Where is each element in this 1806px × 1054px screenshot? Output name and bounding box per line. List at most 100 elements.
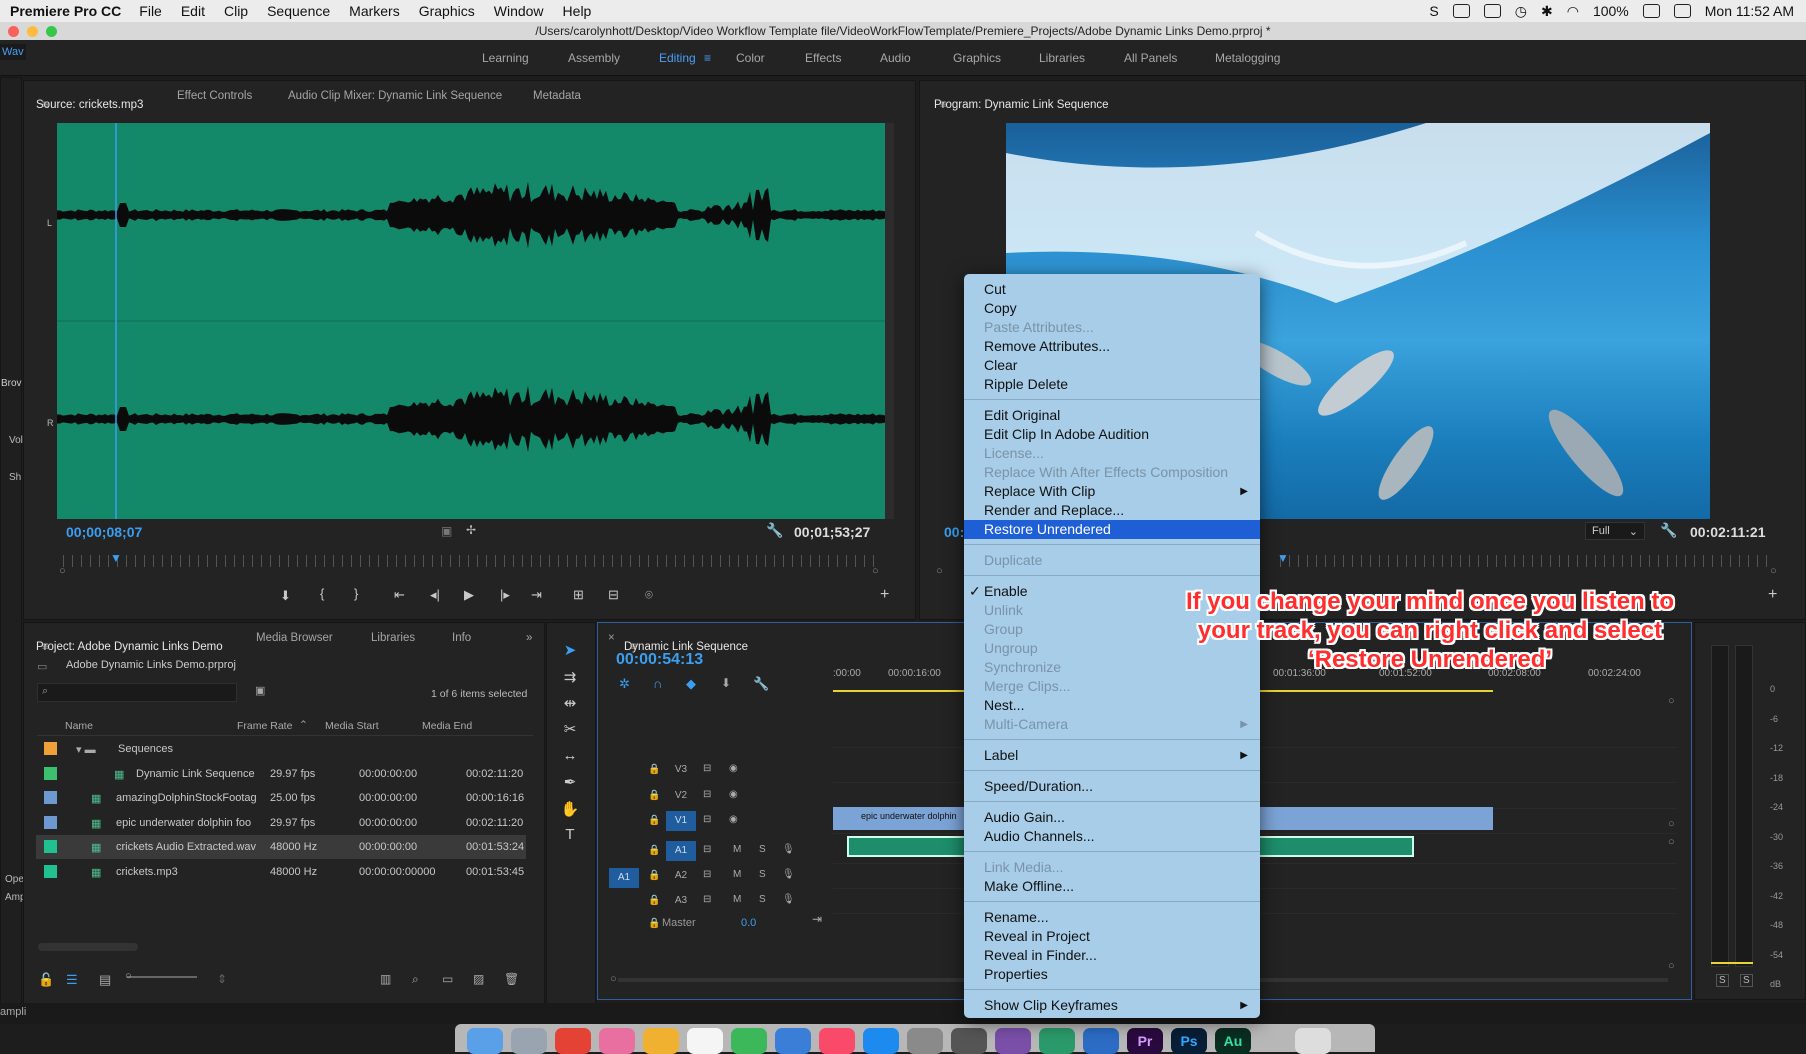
master-go-to-end-icon[interactable]: ⇥ (812, 912, 822, 926)
label-color-swatch[interactable] (44, 840, 57, 853)
source-time-ruler[interactable] (63, 555, 878, 567)
workspace-editing[interactable]: Editing (659, 40, 696, 76)
sync-lock-icon[interactable]: ⊟ (703, 789, 711, 800)
drop-frame-icon[interactable]: ▣ (441, 524, 452, 538)
system-preferences-icon[interactable] (907, 1028, 943, 1054)
menu-item-ripple-delete[interactable]: Ripple Delete (964, 375, 1260, 394)
fit-select[interactable]: Full ⌄ (1585, 522, 1645, 540)
menu-item-replace-with-clip[interactable]: Replace With Clip ▶ (964, 482, 1260, 501)
workspace-libraries[interactable]: Libraries (1039, 40, 1085, 76)
program-in-handle[interactable]: ○ (936, 565, 943, 577)
insert-icon[interactable]: ⊞ (573, 587, 584, 603)
app-store-icon[interactable] (863, 1028, 899, 1054)
vscroll-audio-bottom-icon[interactable]: ○ (1668, 960, 1675, 972)
label-color-swatch[interactable] (44, 766, 57, 780)
left-strip-wav[interactable]: Wav (0, 44, 26, 60)
tab-info[interactable]: Info (452, 632, 471, 644)
toggle-track-output-icon[interactable]: ◉ (729, 763, 738, 774)
add-marker-timeline-icon[interactable]: ◆ (686, 676, 696, 692)
photos-icon[interactable] (599, 1028, 635, 1054)
vscroll-video-top-icon[interactable]: ○ (1668, 695, 1675, 707)
workspace-learning[interactable]: Learning (482, 40, 529, 76)
menu-item-edit-original[interactable]: Edit Original (964, 406, 1260, 425)
marker-icon[interactable]: ⬇ (721, 676, 731, 690)
new-bin-from-search-icon[interactable]: ▣ (255, 684, 265, 697)
stack-app-icon[interactable] (1083, 1028, 1119, 1054)
workspace-all-panels[interactable]: All Panels (1124, 40, 1177, 76)
new-item-icon[interactable]: ▨ (473, 972, 484, 986)
menu-item-edit-clip-in-adobe-audition[interactable]: Edit Clip In Adobe Audition (964, 425, 1260, 444)
menu-item-show-clip-keyframes[interactable]: Show Clip Keyframes ▶ (964, 996, 1260, 1015)
project-item[interactable]: ▦ Dynamic Link Sequence 29.97 fps 00:00:00:… (36, 762, 526, 786)
timeline-settings-icon[interactable]: 🔧 (753, 676, 769, 692)
solo-button[interactable]: S (759, 869, 766, 880)
zoom-slider[interactable] (127, 976, 197, 978)
mute-button[interactable]: M (733, 844, 741, 855)
track-target-a2[interactable]: A2 (666, 866, 696, 886)
tab-audio-clip-mixer[interactable]: Audio Clip Mixer: Dynamic Link Sequence (288, 90, 502, 102)
menu-item-audio-channels[interactable]: Audio Channels... (964, 827, 1260, 846)
menu-item-speed-duration[interactable]: Speed/Duration... (964, 777, 1260, 796)
battery-icon[interactable] (1642, 4, 1660, 18)
track-lock-icon[interactable]: 🔒 (648, 815, 660, 826)
tab-libraries[interactable]: Libraries (371, 632, 415, 644)
toggle-track-output-icon[interactable]: ◉ (729, 789, 738, 800)
project-item[interactable]: ▦ epic underwater dolphin foo 29.97 fps 00:… (36, 811, 526, 835)
menu-clip[interactable]: Clip (224, 3, 248, 19)
play-icon[interactable]: ▶ (464, 587, 474, 603)
sync-lock-icon[interactable]: ⊟ (703, 894, 711, 905)
tab-media-browser[interactable]: Media Browser (256, 632, 333, 644)
linked-selection-icon[interactable]: ∩ (653, 676, 662, 691)
program-wrench-icon[interactable]: 🔧 (1660, 522, 1677, 539)
sync-lock-icon[interactable]: ⊟ (703, 844, 711, 855)
razor-tool-icon[interactable]: ✂ (560, 720, 580, 740)
audio-waveform-display[interactable] (57, 123, 885, 519)
out-point-handle[interactable]: ○ (872, 565, 879, 577)
menu-item-cut[interactable]: Cut (964, 280, 1260, 299)
automate-to-sequence-icon[interactable]: ▥ (380, 972, 391, 986)
label-color-swatch[interactable] (44, 815, 57, 829)
close-timeline-icon[interactable]: × (608, 632, 615, 644)
panel-overflow-icon[interactable]: » (526, 632, 532, 644)
zoom-window-icon[interactable] (46, 26, 57, 37)
menu-item-nest[interactable]: Nest... (964, 696, 1260, 715)
textedit-icon[interactable] (687, 1028, 723, 1054)
clock[interactable]: Mon 11:52 AM (1705, 3, 1794, 19)
vscroll-video-bottom-icon[interactable]: ○ (1668, 818, 1675, 830)
overwrite-icon[interactable]: ⊟ (608, 587, 619, 603)
menu-item-label[interactable]: Label ▶ (964, 746, 1260, 765)
music-icon[interactable] (819, 1028, 855, 1054)
menu-item-reveal-in-project[interactable]: Reveal in Project (964, 927, 1260, 946)
timeline-timecode[interactable]: 00:00:54:13 (616, 651, 703, 669)
close-window-icon[interactable] (8, 26, 19, 37)
hand-tool-icon[interactable]: ✋ (560, 800, 580, 820)
mark-out-icon[interactable]: } (354, 586, 358, 601)
track-lock-icon[interactable]: 🔒 (648, 790, 660, 801)
menu-graphics[interactable]: Graphics (419, 3, 475, 19)
selection-tool-icon[interactable]: ➤ (560, 641, 580, 661)
ripple-edit-tool-icon[interactable]: ⇹ (560, 694, 580, 714)
sort-ascending-icon[interactable]: ⌃ (299, 719, 308, 731)
vscroll-audio-top-icon[interactable]: ○ (1668, 836, 1675, 848)
col-name[interactable]: Name (65, 720, 93, 732)
menu-item-restore-unrendered[interactable]: Restore Unrendered (964, 520, 1260, 539)
project-item[interactable]: ▾ ▬ Sequences (36, 737, 526, 761)
program-out-handle[interactable]: ○ (1770, 565, 1777, 577)
voice-over-record-icon[interactable]: 🎙 (782, 844, 795, 855)
solo-button[interactable]: S (759, 844, 766, 855)
premiere-icon[interactable]: Pr (1127, 1028, 1163, 1054)
track-lock-icon[interactable]: 🔒 (648, 870, 660, 881)
track-target-v1[interactable]: V1 (666, 811, 696, 831)
source-patch-a1[interactable]: A1 (609, 868, 639, 888)
in-point-handle[interactable]: ○ (59, 565, 66, 577)
numbers-icon[interactable] (731, 1028, 767, 1054)
battery-percent[interactable]: 100% (1593, 3, 1629, 19)
label-color-swatch[interactable] (44, 742, 57, 755)
label-color-swatch[interactable] (44, 791, 57, 804)
menu-help[interactable]: Help (563, 3, 592, 19)
col-media-end[interactable]: Media End (422, 720, 472, 732)
voice-over-record-icon[interactable]: 🎙 (782, 869, 795, 880)
col-media-start[interactable]: Media Start (325, 720, 379, 732)
track-select-tool-icon[interactable]: ⇉ (560, 668, 580, 688)
chrome-icon[interactable] (555, 1028, 591, 1054)
